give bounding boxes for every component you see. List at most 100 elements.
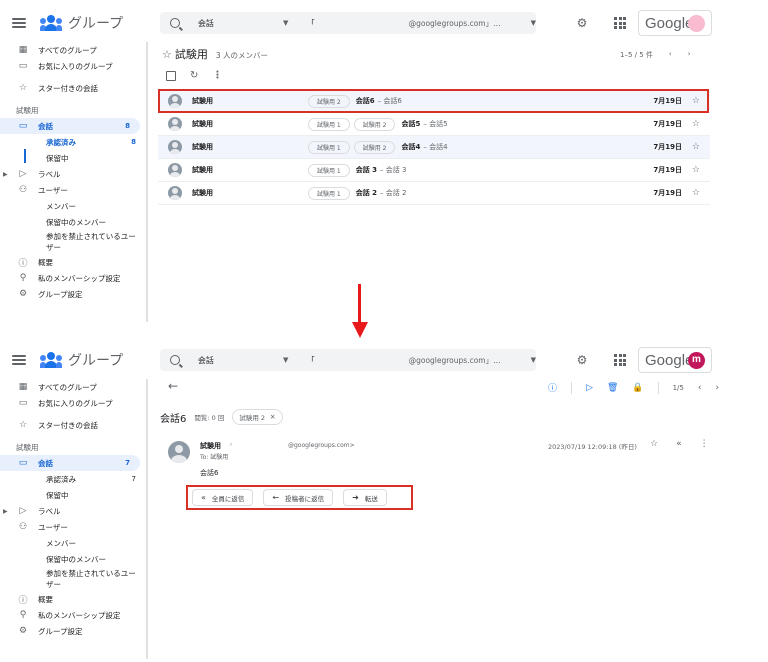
sidebar-item-conversations[interactable]: ▭ 会話 7 bbox=[0, 455, 140, 471]
google-logo: Google bbox=[645, 351, 694, 369]
app-title: グループ bbox=[68, 352, 124, 368]
sidebar-item-group-settings[interactable]: ⚙ グループ設定 bbox=[0, 286, 146, 302]
sidebar-item-pending[interactable]: 保留中 bbox=[0, 487, 146, 503]
star-icon[interactable]: ☆ bbox=[692, 142, 700, 152]
star-icon[interactable]: ☆ bbox=[162, 48, 172, 61]
person-settings-icon: ⚲ bbox=[19, 610, 27, 620]
back-arrow-icon[interactable]: ← bbox=[168, 379, 178, 393]
chevron-down-icon[interactable]: ▼ bbox=[531, 19, 536, 27]
sidebar-item-group-settings[interactable]: ⚙ グループ設定 bbox=[0, 623, 146, 639]
label-icon: ▷ bbox=[19, 169, 27, 179]
sidebar-item-users[interactable]: ⚇ ユーザー bbox=[0, 519, 146, 535]
search-input[interactable]: 会話 bbox=[198, 355, 283, 366]
sidebar-item-approved[interactable]: 承認済み 8 bbox=[0, 134, 146, 150]
sidebar-item-label: 保留中 bbox=[46, 490, 69, 500]
row-subject: 会話 3 bbox=[355, 166, 378, 174]
sidebar-item-pending-members[interactable]: 保留中のメンバー bbox=[0, 214, 146, 230]
caret-right-icon[interactable]: ▶ bbox=[3, 508, 8, 515]
sidebar-item-label: スター付きの会話 bbox=[38, 83, 98, 93]
info-icon: ⓘ bbox=[18, 258, 28, 269]
row-sender: 試験用 bbox=[192, 189, 213, 197]
caret-right-icon[interactable]: ▶ bbox=[3, 171, 8, 178]
sidebar-item-membership[interactable]: ⚲ 私のメンバーシップ設定 bbox=[0, 270, 146, 286]
star-icon[interactable]: ☆ bbox=[692, 188, 700, 198]
google-account-box[interactable]: Google m bbox=[638, 347, 712, 373]
search-bar[interactable]: 会話 ▼ 「 @googlegroups.com」… ▼ bbox=[160, 12, 536, 34]
delete-icon[interactable]: 🗑 bbox=[607, 383, 618, 393]
prev-page-icon[interactable]: ‹ bbox=[669, 50, 672, 60]
sidebar-item-about[interactable]: ⓘ 概要 bbox=[0, 591, 146, 607]
sidebar-item-members[interactable]: メンバー bbox=[0, 198, 146, 214]
sidebar-item-pending-members[interactable]: 保留中のメンバー bbox=[0, 551, 146, 567]
sidebar-item-starred[interactable]: ☆ スター付きの会話 bbox=[0, 417, 146, 433]
table-row[interactable]: 試験用 試験用 1 会話 2 – 会話 2 7月19日 ☆ bbox=[158, 182, 710, 205]
google-account-box[interactable]: Google bbox=[638, 10, 712, 36]
star-icon[interactable]: ☆ bbox=[692, 119, 700, 129]
row-tag: 試験用 1 bbox=[308, 140, 350, 154]
menu-icon[interactable] bbox=[12, 18, 26, 28]
sidebar-item-conversations[interactable]: ▭ 会話 8 bbox=[0, 118, 140, 134]
sidebar-item-favorite-groups[interactable]: ▭ お気に入りのグループ bbox=[0, 395, 146, 411]
sidebar-item-banned-users[interactable]: 参加を禁止されているユーザー bbox=[0, 230, 136, 254]
search-icon[interactable] bbox=[170, 18, 180, 28]
table-row[interactable]: 試験用 試験用 1 試験用 2 会話4 – 会話4 7月19日 ☆ bbox=[158, 136, 710, 159]
label-icon[interactable]: ▷ bbox=[586, 383, 593, 393]
star-icon[interactable]: ☆ bbox=[650, 439, 658, 449]
sidebar-item-labels[interactable]: ▶ ▷ ラベル bbox=[0, 166, 146, 182]
divider bbox=[657, 381, 659, 394]
people-icon: ⚇ bbox=[18, 522, 28, 532]
settings-gear-icon[interactable]: ⚙ bbox=[575, 16, 589, 30]
more-vert-icon[interactable]: ⋮ bbox=[700, 439, 709, 449]
sidebar-scrollbar[interactable] bbox=[146, 379, 148, 659]
chevron-down-icon[interactable]: ▼ bbox=[531, 356, 536, 364]
sidebar-item-about[interactable]: ⓘ 概要 bbox=[0, 254, 146, 270]
chevron-down-icon[interactable]: ▼ bbox=[283, 356, 307, 364]
search-scope-domain: @googlegroups.com」… bbox=[408, 18, 501, 28]
approved-count: 8 bbox=[131, 138, 136, 146]
apps-grid-icon[interactable] bbox=[614, 17, 626, 29]
refresh-icon[interactable]: ↻ bbox=[190, 70, 198, 81]
sidebar-item-members[interactable]: メンバー bbox=[0, 535, 146, 551]
chevron-down-icon[interactable]: ▼ bbox=[283, 19, 307, 27]
sidebar-item-all-groups[interactable]: ▦ すべてのグループ bbox=[0, 379, 146, 395]
sidebar-item-starred[interactable]: ☆ スター付きの会話 bbox=[0, 80, 146, 96]
menu-icon[interactable] bbox=[12, 355, 26, 365]
sidebar-item-approved[interactable]: 承認済み 7 bbox=[0, 471, 146, 487]
sidebar-item-labels[interactable]: ▶ ▷ ラベル bbox=[0, 503, 146, 519]
down-arrow-icon bbox=[352, 284, 368, 342]
table-row[interactable]: 試験用 試験用 1 試験用 2 会話5 – 会話5 7月19日 ☆ bbox=[158, 113, 710, 136]
avatar[interactable] bbox=[688, 15, 705, 32]
close-icon[interactable]: ✕ bbox=[270, 413, 275, 421]
member-count[interactable]: 3 人のメンバー bbox=[216, 50, 268, 61]
more-vert-icon[interactable]: ⋮ bbox=[212, 70, 222, 81]
next-page-icon[interactable]: › bbox=[688, 50, 691, 60]
lock-icon[interactable]: 🔒 bbox=[632, 383, 643, 393]
row-snippet: – 会話5 bbox=[423, 120, 448, 128]
sidebar-item-pending[interactable]: 保留中 bbox=[0, 150, 146, 166]
search-bar[interactable]: 会話 ▼ 「 @googlegroups.com」… ▼ bbox=[160, 349, 536, 371]
settings-gear-icon[interactable]: ⚙ bbox=[575, 353, 589, 367]
star-icon[interactable]: ☆ bbox=[692, 165, 700, 175]
sidebar-item-label: すべてのグループ bbox=[38, 45, 97, 55]
sidebar-item-users[interactable]: ⚇ ユーザー bbox=[0, 182, 146, 198]
sender-email: @googlegroups.com> bbox=[288, 442, 355, 449]
reply-all-icon[interactable]: « bbox=[676, 439, 682, 449]
sidebar-item-favorite-groups[interactable]: ▭ お気に入りのグループ bbox=[0, 58, 146, 74]
prev-conversation-icon[interactable]: ‹ bbox=[698, 383, 702, 393]
search-icon[interactable] bbox=[170, 355, 180, 365]
sidebar-item-all-groups[interactable]: ▦ すべてのグループ bbox=[0, 42, 146, 58]
sidebar-section-group: 試験用 bbox=[16, 442, 39, 452]
sidebar-item-banned-users[interactable]: 参加を禁止されているユーザー bbox=[0, 567, 136, 591]
sidebar-item-membership[interactable]: ⚲ 私のメンバーシップ設定 bbox=[0, 607, 146, 623]
star-icon: ☆ bbox=[18, 83, 28, 93]
select-all-checkbox[interactable] bbox=[166, 70, 176, 81]
apps-grid-icon[interactable] bbox=[614, 354, 626, 366]
row-tag: 試験用 1 bbox=[308, 186, 350, 200]
pagination: 1–5 / 5 件 ‹ › bbox=[620, 50, 691, 60]
table-row[interactable]: 試験用 試験用 1 会話 3 – 会話 3 7月19日 ☆ bbox=[158, 159, 710, 182]
avatar[interactable]: m bbox=[688, 352, 705, 369]
info-icon[interactable]: ⓘ bbox=[548, 381, 557, 394]
next-conversation-icon[interactable]: › bbox=[715, 383, 719, 393]
sidebar-scrollbar[interactable] bbox=[146, 42, 148, 322]
search-input[interactable]: 会話 bbox=[198, 18, 283, 29]
